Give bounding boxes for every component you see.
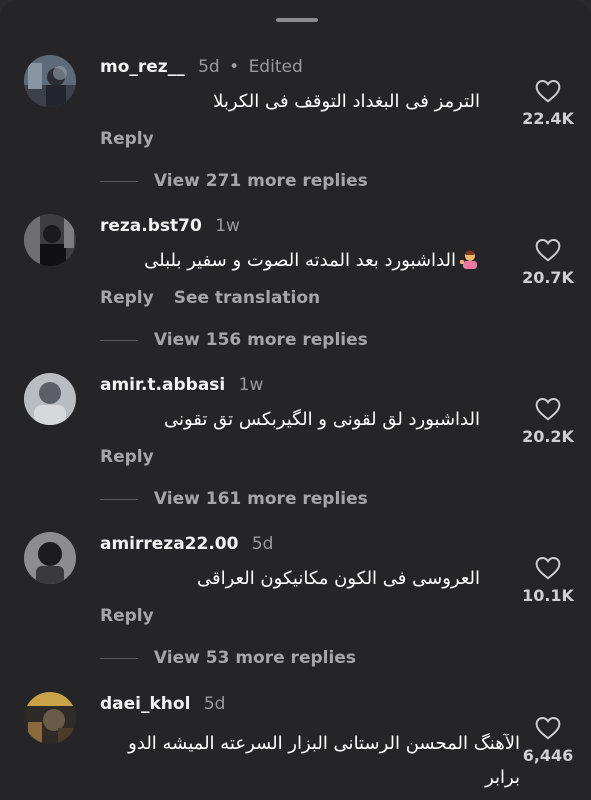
comment-text-body: الداشبورد بعد المدته الصوت و سفیر بلبلی	[144, 250, 456, 271]
timestamp: 5d	[203, 694, 226, 714]
username[interactable]: daei_khol	[100, 694, 190, 714]
timestamp: 5d	[198, 57, 220, 77]
view-replies-button[interactable]: View 161 more replies	[100, 489, 368, 509]
heart-icon	[535, 717, 561, 740]
avatar[interactable]	[24, 692, 76, 744]
person-shrugging-emoji-icon	[460, 250, 477, 269]
divider-line	[100, 180, 138, 182]
reply-button[interactable]: Reply	[100, 129, 154, 149]
comment-meta: daei_khol 5d	[100, 694, 225, 714]
like-count: 22.4K	[522, 109, 574, 128]
username[interactable]: mo_rez__	[100, 57, 185, 77]
username[interactable]: amir.t.abbasi	[100, 375, 225, 395]
view-replies-button[interactable]: View 271 more replies	[100, 171, 368, 191]
like-count: 20.2K	[522, 427, 574, 446]
drag-handle[interactable]	[276, 18, 318, 22]
like-count: 10.1K	[522, 586, 574, 605]
view-replies-label: View 161 more replies	[153, 489, 368, 509]
see-translation-button[interactable]: See translation	[174, 288, 320, 308]
timestamp: 1w	[215, 216, 240, 236]
comment-text: الترمز فی البغداد التوقف فی الکربلا	[213, 91, 480, 112]
like-button[interactable]: 20.7K	[516, 238, 580, 287]
comment-actions: Reply	[100, 129, 154, 149]
divider-line	[100, 339, 138, 341]
like-button[interactable]: 6,446	[516, 716, 580, 765]
heart-icon	[535, 557, 561, 580]
view-replies-button[interactable]: View 53 more replies	[100, 648, 356, 668]
reply-button[interactable]: Reply	[100, 606, 154, 626]
reply-button[interactable]: Reply	[100, 447, 154, 467]
reply-button[interactable]: Reply	[100, 288, 154, 308]
avatar[interactable]	[24, 373, 76, 425]
comment-text: العروسی فی الکون مکانیکون العراقی	[197, 568, 480, 589]
like-button[interactable]: 20.2K	[516, 397, 580, 446]
like-button[interactable]: 10.1K	[516, 556, 580, 605]
avatar[interactable]	[24, 532, 76, 584]
view-replies-label: View 271 more replies	[153, 171, 368, 191]
like-button[interactable]: 22.4K	[516, 79, 580, 128]
edited-label: Edited	[248, 57, 303, 77]
avatar[interactable]	[24, 214, 76, 266]
like-count: 6,446	[522, 746, 574, 765]
separator-dot: •	[229, 57, 240, 77]
comment-actions: Reply	[100, 447, 154, 467]
comment-actions: Reply	[100, 606, 154, 626]
heart-icon	[535, 80, 561, 103]
view-replies-label: View 156 more replies	[153, 330, 368, 350]
comment-text: الداشبورد بعد المدته الصوت و سفیر بلبلی	[100, 247, 480, 275]
like-count: 20.7K	[522, 268, 574, 287]
comment-meta: amir.t.abbasi 1w	[100, 375, 263, 395]
comment-actions: Reply See translation	[100, 288, 320, 308]
avatar[interactable]	[24, 55, 76, 107]
divider-line	[100, 657, 138, 659]
view-replies-label: View 53 more replies	[153, 648, 356, 668]
timestamp: 5d	[251, 534, 274, 554]
comments-sheet: mo_rez__ 5d • Edited الترمز فی البغداد ا…	[0, 0, 591, 800]
username[interactable]: amirreza22.00	[100, 534, 238, 554]
username[interactable]: reza.bst70	[100, 216, 202, 236]
heart-icon	[535, 239, 561, 262]
comment-text: الآهنگ المحسن الرستانی البزار السرعته ال…	[128, 733, 520, 788]
comment-text: الداشبورد لق لقونی و الگیربکس تق تقونی	[163, 409, 480, 430]
heart-icon	[535, 398, 561, 421]
comment-meta: amirreza22.00 5d	[100, 534, 273, 554]
comment-meta: reza.bst70 1w	[100, 216, 240, 236]
divider-line	[100, 498, 138, 500]
view-replies-button[interactable]: View 156 more replies	[100, 330, 368, 350]
timestamp: 1w	[238, 375, 264, 395]
comment-meta: mo_rez__ 5d • Edited	[100, 57, 303, 77]
